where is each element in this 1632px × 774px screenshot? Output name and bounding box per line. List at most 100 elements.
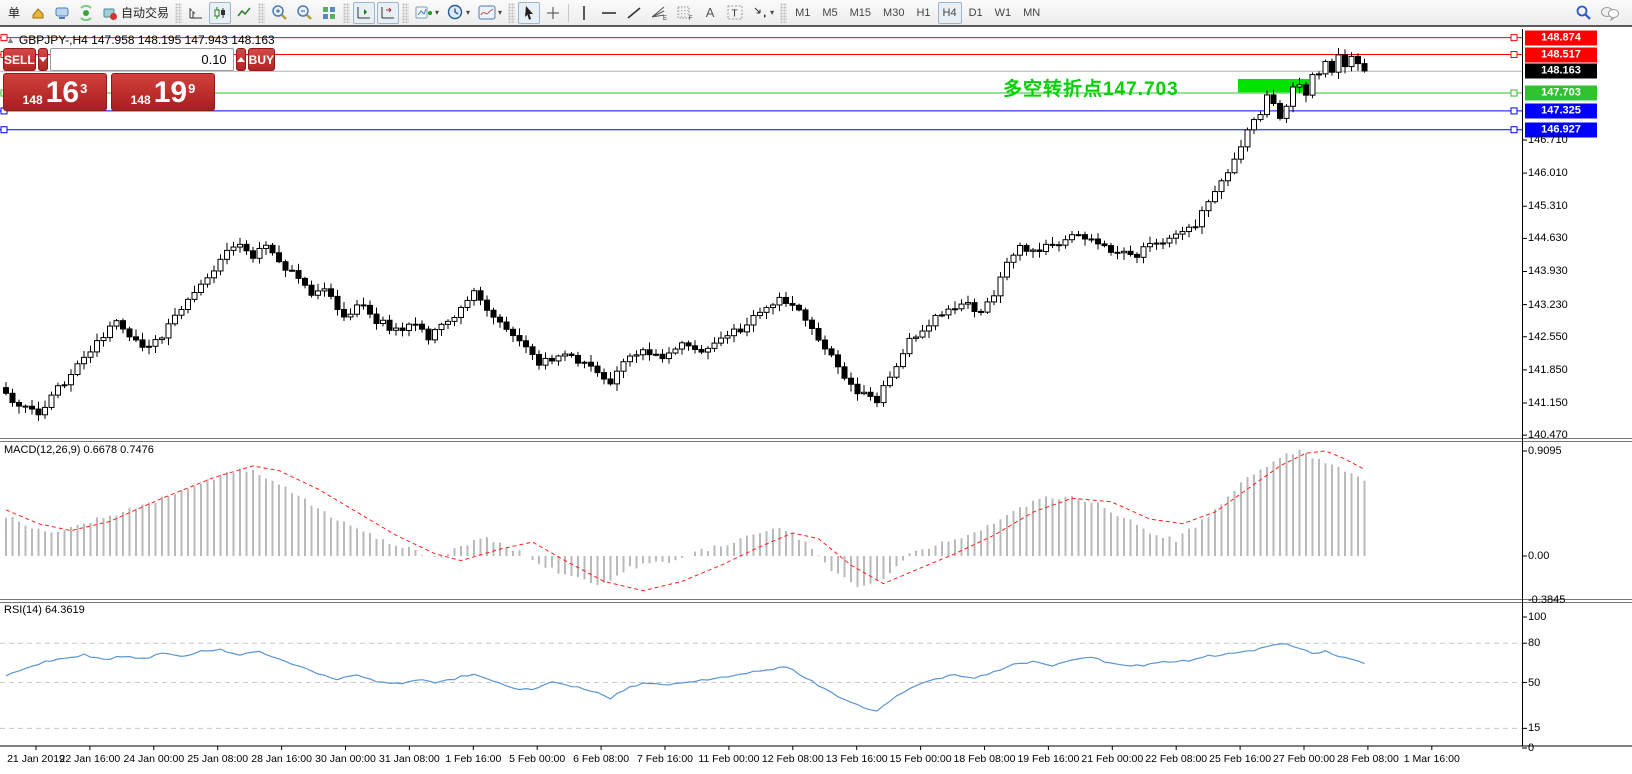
candle bbox=[472, 291, 477, 301]
candle bbox=[914, 337, 919, 338]
time-axis-label: 13 Feb 16:00 bbox=[826, 753, 888, 765]
candle bbox=[693, 346, 698, 350]
candle bbox=[810, 320, 815, 328]
candle bbox=[1343, 55, 1348, 67]
candle bbox=[1135, 254, 1140, 257]
candle bbox=[979, 311, 984, 312]
candle bbox=[842, 367, 847, 378]
candle bbox=[1076, 235, 1081, 236]
time-axis-label: 24 Jan 00:00 bbox=[123, 753, 184, 765]
rsi-line bbox=[6, 644, 1365, 711]
candle bbox=[153, 340, 158, 347]
pane-separator-macd[interactable] bbox=[0, 438, 1632, 442]
rsi-axis-tick: 100 bbox=[1528, 611, 1546, 623]
candle bbox=[1050, 244, 1055, 245]
candle bbox=[23, 406, 28, 407]
candle bbox=[1128, 251, 1133, 254]
candle bbox=[972, 303, 977, 312]
candle bbox=[1336, 55, 1341, 72]
candle bbox=[465, 300, 470, 307]
candle bbox=[1063, 240, 1068, 245]
buy-price-quote[interactable]: 148199 bbox=[111, 73, 215, 111]
volume-input[interactable] bbox=[50, 48, 234, 71]
price-level-label-current-price: 148.163 bbox=[1525, 64, 1597, 79]
sell-price-quote[interactable]: 148163 bbox=[3, 73, 107, 111]
candle bbox=[335, 296, 340, 309]
buy-button[interactable]: BUY bbox=[248, 48, 275, 71]
volume-decrease-button[interactable] bbox=[38, 48, 48, 71]
time-axis-label: 28 Jan 16:00 bbox=[251, 753, 312, 765]
candle bbox=[836, 355, 841, 367]
candle bbox=[602, 373, 607, 379]
candle bbox=[933, 315, 938, 325]
candle bbox=[550, 358, 555, 361]
candle bbox=[998, 277, 1003, 296]
candle bbox=[732, 329, 737, 336]
candle bbox=[595, 366, 600, 373]
candle bbox=[1109, 246, 1114, 253]
candle bbox=[10, 393, 15, 402]
time-axis-label: 12 Feb 08:00 bbox=[762, 753, 824, 765]
price-axis-border bbox=[1522, 29, 1523, 746]
candle bbox=[953, 309, 958, 310]
candle bbox=[1278, 103, 1283, 118]
candle bbox=[244, 244, 249, 250]
candle bbox=[556, 356, 561, 361]
candle bbox=[257, 248, 262, 258]
candle bbox=[296, 270, 301, 278]
candle bbox=[1330, 61, 1335, 72]
pane-separator-rsi[interactable] bbox=[0, 599, 1632, 603]
candle bbox=[348, 314, 353, 317]
volume-increase-button[interactable] bbox=[236, 48, 246, 71]
candle bbox=[231, 247, 236, 250]
price-level-label-support: 147.325 bbox=[1525, 103, 1597, 118]
candle bbox=[114, 321, 119, 326]
candle bbox=[498, 317, 503, 322]
candle bbox=[1018, 245, 1023, 255]
time-axis-label: 31 Jan 08:00 bbox=[379, 753, 440, 765]
candle bbox=[1239, 147, 1244, 159]
candle bbox=[751, 316, 756, 325]
rsi-axis-tick: 0 bbox=[1528, 742, 1534, 754]
triangle-down-icon bbox=[39, 57, 47, 62]
candle bbox=[569, 354, 574, 355]
price-axis-tick: 145.310 bbox=[1528, 200, 1568, 212]
candle bbox=[1226, 173, 1231, 181]
candle bbox=[849, 378, 854, 384]
candle bbox=[641, 350, 646, 355]
macd-label: MACD(12,26,9) 0.6678 0.7476 bbox=[4, 444, 154, 456]
candle bbox=[537, 354, 542, 365]
candle bbox=[927, 326, 932, 331]
candle bbox=[680, 343, 685, 349]
time-axis-label: 7 Feb 16:00 bbox=[637, 753, 693, 765]
candle bbox=[1362, 64, 1367, 71]
candle bbox=[459, 307, 464, 317]
sell-button[interactable]: SELL bbox=[3, 48, 36, 71]
candle bbox=[277, 253, 282, 262]
candle bbox=[589, 362, 594, 366]
candle bbox=[1161, 243, 1166, 244]
candle bbox=[127, 329, 132, 337]
candle bbox=[738, 329, 743, 332]
candle bbox=[192, 293, 197, 300]
time-axis-label: 22 Feb 08:00 bbox=[1145, 753, 1207, 765]
candle bbox=[394, 328, 399, 330]
candle bbox=[634, 355, 639, 356]
candle bbox=[381, 320, 386, 323]
candle bbox=[1317, 74, 1322, 75]
candle bbox=[82, 357, 87, 363]
macd-axis-tick: 0.9095 bbox=[1528, 445, 1562, 457]
price-axis-tick: 146.010 bbox=[1528, 167, 1568, 179]
candle bbox=[706, 348, 711, 352]
time-axis-label: 28 Feb 08:00 bbox=[1337, 753, 1399, 765]
chart-graphics[interactable] bbox=[0, 0, 1632, 774]
candle bbox=[1219, 181, 1224, 192]
candle bbox=[712, 343, 717, 348]
candle bbox=[1193, 227, 1198, 228]
candle bbox=[212, 271, 217, 278]
candle bbox=[660, 354, 665, 358]
candle bbox=[264, 245, 269, 248]
candle bbox=[303, 278, 308, 285]
candle bbox=[179, 309, 184, 315]
candle bbox=[1057, 245, 1062, 246]
